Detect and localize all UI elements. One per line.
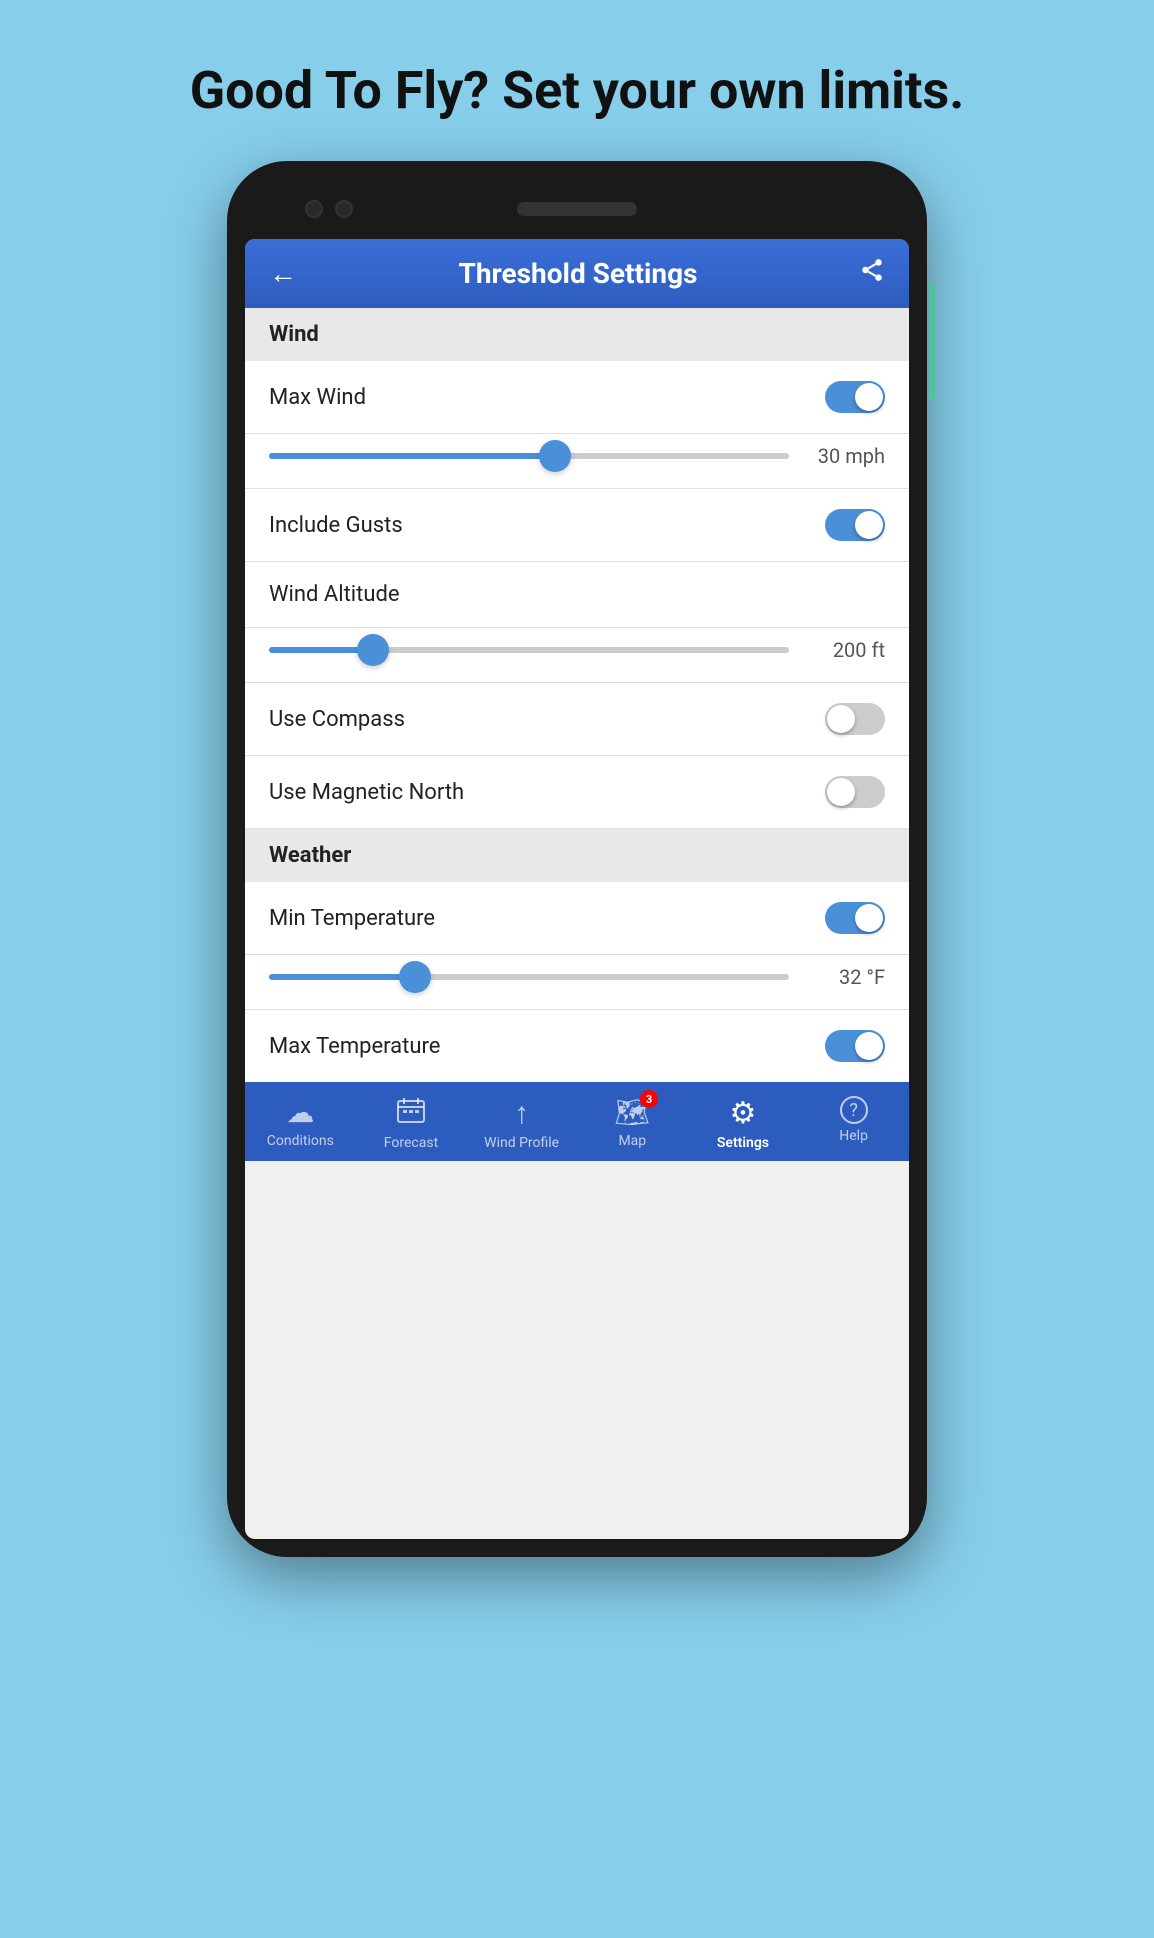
max-temperature-label: Max Temperature <box>269 1034 440 1059</box>
phone-body: ← Threshold Settings Wind M <box>227 161 927 1557</box>
setting-min-temperature: Min Temperature <box>245 882 909 955</box>
min-temperature-label: Min Temperature <box>269 906 435 931</box>
use-compass-knob <box>827 705 855 733</box>
map-icon: 🗺 3 <box>615 1096 651 1129</box>
use-magnetic-north-toggle[interactable] <box>825 776 885 808</box>
settings-label: Settings <box>717 1135 769 1151</box>
wind-profile-icon: ↑ <box>514 1096 529 1131</box>
camera-right <box>335 200 353 218</box>
share-button[interactable] <box>859 257 885 290</box>
conditions-label: Conditions <box>267 1133 334 1149</box>
wind-altitude-thumb[interactable] <box>357 634 389 666</box>
max-temperature-knob <box>855 1032 883 1060</box>
nav-forecast[interactable]: Forecast <box>371 1096 451 1151</box>
nav-conditions[interactable]: ☁ Conditions <box>260 1096 340 1151</box>
use-compass-label: Use Compass <box>269 707 405 732</box>
min-temperature-slider-row: 32 °F <box>245 955 909 1010</box>
phone-frame: ← Threshold Settings Wind M <box>227 161 927 1557</box>
use-magnetic-north-knob <box>827 778 855 806</box>
phone-screen: ← Threshold Settings Wind M <box>245 239 909 1539</box>
setting-max-temperature: Max Temperature <box>245 1010 909 1082</box>
max-wind-slider-row: 30 mph <box>245 434 909 489</box>
min-temperature-slider[interactable] <box>269 974 789 980</box>
wind-altitude-value: 200 ft <box>805 638 885 662</box>
help-label: Help <box>839 1128 868 1144</box>
max-wind-knob <box>855 383 883 411</box>
include-gusts-knob <box>855 511 883 539</box>
wind-altitude-slider-row: 200 ft <box>245 628 909 683</box>
conditions-icon: ☁ <box>286 1096 314 1129</box>
nav-wind-profile[interactable]: ↑ Wind Profile <box>482 1096 562 1151</box>
use-magnetic-north-label: Use Magnetic North <box>269 780 464 805</box>
phone-speaker <box>517 202 637 216</box>
setting-wind-altitude: Wind Altitude <box>245 562 909 628</box>
max-wind-label: Max Wind <box>269 385 366 410</box>
wind-profile-label: Wind Profile <box>484 1135 559 1151</box>
max-wind-value: 30 mph <box>805 444 885 468</box>
forecast-label: Forecast <box>384 1135 438 1151</box>
phone-notch <box>245 179 909 239</box>
max-wind-thumb[interactable] <box>539 440 571 472</box>
max-wind-slider[interactable] <box>269 453 789 459</box>
nav-help[interactable]: ? Help <box>814 1096 894 1151</box>
setting-max-wind: Max Wind <box>245 361 909 434</box>
settings-icon: ⚙ <box>730 1096 757 1131</box>
min-temperature-toggle[interactable] <box>825 902 885 934</box>
map-label: Map <box>618 1133 646 1149</box>
min-temperature-fill <box>269 974 415 980</box>
nav-map[interactable]: 🗺 3 Map <box>592 1096 672 1151</box>
app-bar-title: Threshold Settings <box>459 257 698 290</box>
camera-left <box>305 200 323 218</box>
help-icon: ? <box>840 1096 868 1124</box>
scrollbar[interactable] <box>929 281 935 401</box>
bottom-nav: ☁ Conditions <box>245 1082 909 1161</box>
nav-settings[interactable]: ⚙ Settings <box>703 1096 783 1151</box>
map-badge: 3 <box>640 1090 658 1108</box>
min-temperature-knob <box>855 904 883 932</box>
section-wind-header: Wind <box>245 308 909 361</box>
app-bar: ← Threshold Settings <box>245 239 909 308</box>
min-temperature-value: 32 °F <box>805 965 885 989</box>
section-weather-header: Weather <box>245 829 909 882</box>
forecast-icon <box>396 1096 426 1131</box>
use-compass-toggle[interactable] <box>825 703 885 735</box>
wind-altitude-slider[interactable] <box>269 647 789 653</box>
setting-use-compass: Use Compass <box>245 683 909 756</box>
min-temperature-thumb[interactable] <box>399 961 431 993</box>
max-wind-toggle[interactable] <box>825 381 885 413</box>
wind-altitude-label: Wind Altitude <box>269 582 400 607</box>
setting-include-gusts: Include Gusts <box>245 489 909 562</box>
back-button[interactable]: ← <box>269 257 297 290</box>
setting-use-magnetic-north: Use Magnetic North <box>245 756 909 829</box>
max-wind-fill <box>269 453 555 459</box>
max-temperature-toggle[interactable] <box>825 1030 885 1062</box>
include-gusts-toggle[interactable] <box>825 509 885 541</box>
include-gusts-label: Include Gusts <box>269 513 403 538</box>
headline: Good To Fly? Set your own limits. <box>190 60 965 121</box>
